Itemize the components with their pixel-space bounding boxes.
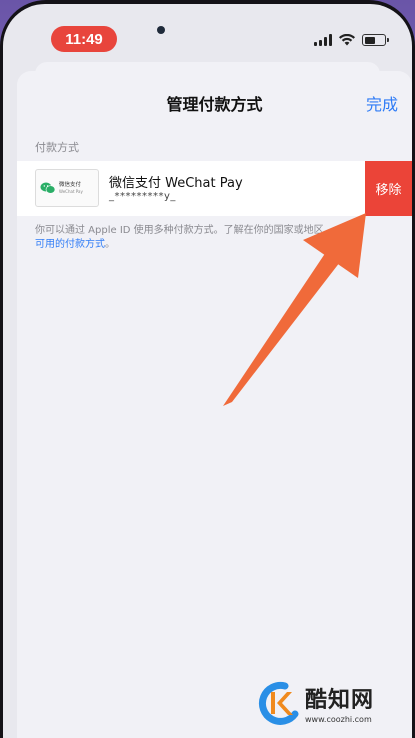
payment-account: _*********y_ <box>109 191 176 202</box>
battery-icon <box>362 34 389 46</box>
available-methods-link[interactable]: 可用的付款方式 <box>35 239 105 250</box>
page-title: 管理付款方式 <box>166 95 263 114</box>
watermark-title: 酷知网 <box>305 687 375 713</box>
card-label-en: WeChat Pay <box>59 189 83 194</box>
screen: 11:49 管理付款方式 完成 付款方式 微信支付 WeChat Pay 微信支… <box>3 4 412 738</box>
watermark-text: 酷知网 www.coozhi.com <box>305 682 374 724</box>
status-time: 11:49 <box>51 26 117 52</box>
wechat-pay-card: 微信支付 WeChat Pay <box>35 169 99 207</box>
payment-sheet: 管理付款方式 完成 付款方式 微信支付 WeChat Pay 微信支付 WeCh… <box>17 71 412 738</box>
status-bar: 11:49 <box>3 4 412 64</box>
front-camera-icon <box>157 26 165 34</box>
status-icons <box>314 34 389 46</box>
section-header: 付款方式 <box>35 141 79 154</box>
wifi-icon <box>339 34 355 46</box>
remove-button[interactable]: 移除 <box>365 161 412 216</box>
footer-note: 你可以通过 Apple ID 使用多种付款方式。了解在你的国家或地区 可用的付款… <box>35 224 380 252</box>
footer-text: 你可以通过 Apple ID 使用多种付款方式。了解在你的国家或地区 <box>35 225 324 236</box>
wechat-logo-icon <box>40 182 56 194</box>
payment-method-content[interactable]: 微信支付 WeChat Pay 微信支付 WeChat Pay _*******… <box>17 161 357 216</box>
signal-icon <box>314 34 332 46</box>
card-text: 微信支付 WeChat Pay <box>59 182 83 194</box>
card-label-cn: 微信支付 <box>59 182 82 188</box>
footer-suffix: 。 <box>105 239 115 250</box>
battery-fill <box>364 36 375 44</box>
payment-method-row[interactable]: 微信支付 WeChat Pay 微信支付 WeChat Pay _*******… <box>17 161 412 216</box>
watermark-url: www.coozhi.com <box>305 715 372 724</box>
phone-frame: 11:49 管理付款方式 完成 付款方式 微信支付 WeChat Pay 微信支… <box>0 0 415 738</box>
coozhi-logo-icon <box>258 681 299 725</box>
done-button[interactable]: 完成 <box>366 91 398 115</box>
watermark: 酷知网 www.coozhi.com <box>255 680 374 726</box>
payment-method-name: 微信支付 WeChat Pay <box>109 176 243 191</box>
